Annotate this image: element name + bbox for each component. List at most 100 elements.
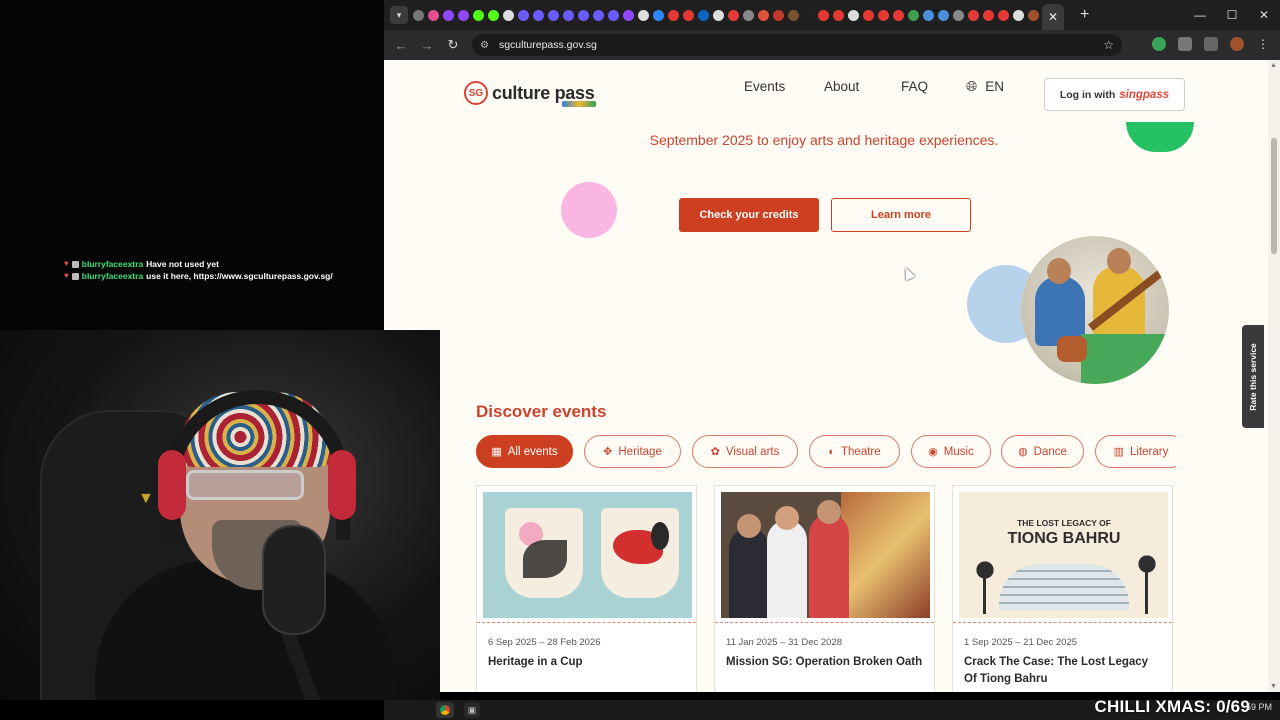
tab-favicon-icon[interactable] (683, 9, 694, 21)
tab-favicon-icon[interactable] (593, 9, 604, 21)
chrome-taskbar-icon[interactable] (436, 702, 454, 718)
chip-music[interactable]: ◉ Music (911, 435, 991, 468)
event-card[interactable]: THE LOST LEGACY OF TIONG BAHRU 1 Sep 202… (952, 485, 1173, 692)
tab-favicon-icon[interactable] (1013, 9, 1024, 21)
chip-literary[interactable]: ▥ Literary (1095, 435, 1176, 468)
tab-favicon-icon[interactable] (653, 9, 664, 21)
tab-favicon-icon[interactable] (758, 9, 769, 21)
extension-icon[interactable] (1152, 37, 1166, 51)
nav-events-link[interactable]: Events (744, 79, 785, 94)
palm-tree-graphic (1127, 544, 1167, 584)
tab-favicon-icon[interactable] (638, 9, 649, 21)
extensions-puzzle-icon[interactable] (1178, 37, 1192, 51)
tab-search-button[interactable]: ▾ (390, 6, 408, 24)
tab-favicon-icon[interactable] (698, 9, 709, 21)
nav-faq-link[interactable]: FAQ (901, 79, 928, 94)
tab-favicon-icon[interactable] (563, 9, 574, 21)
event-card[interactable]: 11 Jan 2025 – 31 Dec 2028 Mission SG: Op… (714, 485, 935, 692)
tab-favicon-icon[interactable] (833, 9, 844, 21)
literary-icon: ▥ (1113, 446, 1125, 458)
tab-favicon-icon[interactable] (893, 9, 904, 21)
rate-service-tab[interactable]: Rate this service (1242, 325, 1264, 428)
tab-favicon-icon[interactable] (548, 9, 559, 21)
event-title[interactable]: Heritage in a Cup (488, 654, 688, 671)
culture-pass-logo[interactable]: SG culture pass (464, 81, 596, 107)
tab-favicon-icon[interactable] (668, 9, 679, 21)
illustration-head (1047, 258, 1071, 284)
tab-favicon-icon[interactable] (518, 9, 529, 21)
tab-favicon-icon[interactable] (788, 9, 799, 21)
headset-earcup-graphic (328, 450, 356, 520)
tab-favicon-icon[interactable] (623, 9, 634, 21)
nav-about-link[interactable]: About (824, 79, 859, 94)
tab-favicon-icon[interactable] (923, 9, 934, 21)
tab-favicon-icon[interactable] (713, 9, 724, 21)
person-graphic (729, 528, 769, 618)
maximize-icon[interactable]: ☐ (1216, 0, 1248, 30)
chip-all-events[interactable]: ▦ All events (476, 435, 573, 468)
check-credits-button[interactable]: Check your credits (679, 198, 819, 232)
language-selector[interactable]: 🌐︎ EN (966, 78, 1004, 95)
scroll-up-icon[interactable]: ▲ (1270, 62, 1277, 69)
bookmark-star-icon[interactable]: ☆ (1103, 38, 1114, 52)
media-controls-icon[interactable] (1204, 37, 1218, 51)
forward-icon[interactable]: → (414, 32, 440, 58)
url-text[interactable]: sgculturepass.gov.sg (499, 39, 597, 51)
event-title[interactable]: Mission SG: Operation Broken Oath (726, 654, 926, 671)
reload-icon[interactable]: ↻ (440, 32, 466, 58)
tab-favicon-icon[interactable] (413, 9, 424, 21)
tab-favicon-icon[interactable] (578, 9, 589, 21)
close-window-icon[interactable]: ✕ (1248, 0, 1280, 30)
profile-avatar-icon[interactable] (1230, 37, 1244, 51)
person-head-graphic (817, 500, 841, 524)
tab-favicon-icon[interactable] (953, 9, 964, 21)
tab-favicon-icon[interactable] (968, 9, 979, 21)
tab-favicon-icon[interactable] (728, 9, 739, 21)
browser-toolbar: ← → ↻ ⚙ sgculturepass.gov.sg ☆ ⋮ (384, 30, 1280, 60)
app-taskbar-icon[interactable]: ▣ (464, 702, 480, 718)
tab-favicon-icon[interactable] (473, 9, 484, 21)
tab-favicon-icon[interactable] (848, 9, 859, 21)
tab-favicon-icon[interactable] (443, 9, 454, 21)
scroll-down-icon[interactable]: ▼ (1270, 683, 1277, 690)
tab-favicon-icon[interactable] (488, 9, 499, 21)
event-title[interactable]: Crack The Case: The Lost Legacy Of Tiong… (964, 654, 1164, 688)
site-info-icon[interactable]: ⚙ (480, 40, 489, 51)
language-label: EN (985, 78, 1004, 94)
back-icon[interactable]: ← (388, 32, 414, 58)
new-tab-icon[interactable]: + (1080, 6, 1089, 24)
tab-favicon-icon[interactable] (1028, 9, 1039, 21)
tab-favicon-icon[interactable] (818, 9, 829, 21)
minimize-icon[interactable]: — (1184, 0, 1216, 30)
tab-favicon-icon[interactable] (533, 9, 544, 21)
tab-favicon-icon[interactable] (458, 9, 469, 21)
learn-more-button[interactable]: Learn more (831, 198, 971, 232)
event-card[interactable]: 6 Sep 2025 – 28 Feb 2026 Heritage in a C… (476, 485, 697, 692)
chip-theatre[interactable]: ◐ Theatre (809, 435, 900, 468)
tab-favicon-icon[interactable] (863, 9, 874, 21)
extensions-area: ⋮ (1152, 37, 1270, 51)
active-tab-close-icon[interactable]: ✕ (1042, 4, 1064, 30)
tab-favicon-icon[interactable] (428, 9, 439, 21)
tab-favicon-icon[interactable] (998, 9, 1009, 21)
tab-favicon-icon[interactable] (503, 9, 514, 21)
chip-visual-arts[interactable]: ✿ Visual arts (692, 435, 798, 468)
tab-favicon-icon[interactable] (983, 9, 994, 21)
address-bar[interactable]: ⚙ sgculturepass.gov.sg ☆ (472, 34, 1122, 56)
singpass-login-button[interactable]: Log in with singpass (1044, 78, 1185, 111)
chip-heritage[interactable]: ✥ Heritage (584, 435, 681, 468)
tab-favicon-icon[interactable] (773, 9, 784, 21)
globe-icon: 🌐︎ (966, 77, 978, 94)
browser-menu-icon[interactable]: ⋮ (1256, 37, 1270, 51)
tab-favicon-icon[interactable] (938, 9, 949, 21)
scrollbar-thumb[interactable] (1271, 138, 1277, 254)
tab-favicon-icon[interactable] (878, 9, 889, 21)
tab-favicon-icon[interactable] (803, 9, 814, 21)
tab-favicon-icon[interactable] (743, 9, 754, 21)
tab-favicon-icon[interactable] (908, 9, 919, 21)
chip-dance[interactable]: ◍ Dance (1001, 435, 1084, 468)
webcam-feed: ▼ (0, 330, 440, 700)
tab-favicon-icon[interactable] (608, 9, 619, 21)
decorative-pink-circle (561, 182, 617, 238)
page-scrollbar[interactable]: ▲ ▼ (1268, 60, 1280, 692)
